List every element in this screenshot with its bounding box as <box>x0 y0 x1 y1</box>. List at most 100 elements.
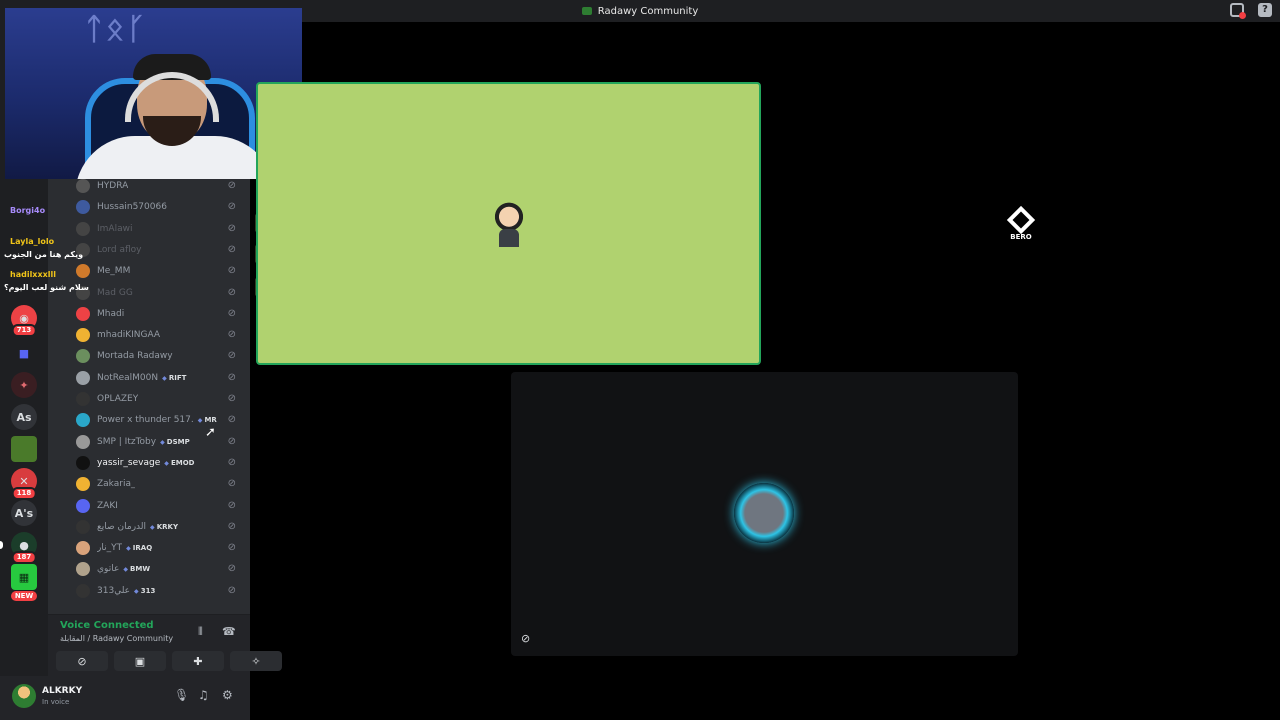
member-name: Zakaria_ <box>97 479 136 490</box>
chat-message: سلام شنو لعب اليوم؟ <box>4 283 89 292</box>
mic-muted-icon: ⊘ <box>227 393 236 404</box>
avatar <box>76 583 90 598</box>
member-row[interactable]: Me_MM ⊘ <box>76 261 246 281</box>
mic-muted-icon: ⊘ <box>227 307 236 319</box>
unread-pill <box>0 541 3 549</box>
member-row[interactable]: Mad GG ⊘ <box>76 283 246 303</box>
member-row[interactable]: SMP | ItzTobyDSMP ⊘ <box>76 432 246 452</box>
screenshare-button[interactable]: ▣ <box>114 651 166 671</box>
member-name: عاتوي <box>97 564 120 575</box>
clan-tag: KRKY <box>150 523 178 531</box>
avatar <box>76 477 90 492</box>
voice-status: Voice Connected <box>60 620 154 631</box>
member-row[interactable]: ImAlawi ⊘ <box>76 219 246 239</box>
logo-text: BERO <box>1010 233 1032 241</box>
mouse-cursor: ➚ <box>205 425 216 440</box>
clan-tag: MR <box>198 416 216 424</box>
mic-muted-icon: ⊘ <box>227 180 236 191</box>
server-as[interactable]: As <box>11 404 37 430</box>
avatar <box>76 392 90 406</box>
avatar <box>76 434 90 449</box>
soundboard-button[interactable]: ✧ <box>230 651 282 671</box>
mic-muted-icon: ⊘ <box>227 435 236 447</box>
server-icon <box>581 7 592 15</box>
bero-logo: BERO <box>1006 205 1036 244</box>
mic-muted-icon: ⊘ <box>227 542 236 554</box>
activity-button[interactable]: ✚ <box>172 651 224 671</box>
stream-chat-overlay: Borgi4o Layla_lolo ويكم هنا من الجنوب ha… <box>0 180 89 300</box>
clan-tag: 313 <box>134 587 156 595</box>
server-as-2[interactable]: A's <box>11 500 37 526</box>
user-avatar <box>484 197 534 249</box>
server-minecraft-grass[interactable] <box>11 436 37 462</box>
mic-muted-icon: ⊘ <box>227 350 236 362</box>
logo-mark <box>1006 205 1036 235</box>
member-row[interactable]: Mhadi ⊘ <box>76 304 246 324</box>
server-creeper[interactable]: ▦ <box>11 564 37 590</box>
member-row[interactable]: Mortada Radawy ⊘ <box>76 346 246 366</box>
member-row[interactable]: HYDRA ⊘ <box>76 176 246 196</box>
mic-muted-icon: ⊘ <box>227 265 236 277</box>
member-row[interactable]: ZAKI ⊘ <box>76 496 246 516</box>
speaking-user-tile[interactable] <box>256 82 761 365</box>
inbox-icon[interactable] <box>1230 3 1246 19</box>
avatar <box>76 519 90 534</box>
help-icon[interactable]: ? <box>1258 3 1272 17</box>
member-row[interactable]: mhadiKINGAA ⊘ <box>76 325 246 345</box>
mic-muted-icon: ⊘ <box>227 243 236 255</box>
avatar <box>76 541 90 556</box>
chat-user: hadilxxxlll <box>10 270 57 279</box>
server-label: A's <box>14 506 34 520</box>
server-icon-713[interactable]: ◉ 713 <box>11 305 37 337</box>
mic-muted-icon: ⊘ <box>227 201 236 213</box>
server-icon-187[interactable]: ● 187 <box>11 532 37 564</box>
member-row[interactable]: yassir_sevageEMOD ⊘ <box>76 453 246 473</box>
wall-logo: ᛏᛟᚴ <box>85 12 148 47</box>
member-row[interactable]: عاتويBMW ⊘ <box>76 559 246 579</box>
new-server-label[interactable]: NEW <box>10 590 38 602</box>
member-name: Mad GG <box>97 287 133 298</box>
member-name: Lord afloy <box>97 244 142 255</box>
disconnect-icon[interactable]: ☎ <box>222 625 236 638</box>
window-title: Radawy Community <box>597 5 699 17</box>
member-row[interactable]: Zakaria_ ⊘ <box>76 474 246 494</box>
voice-connection-panel: Voice Connected المقابلة / Radawy Commun… <box>48 614 282 676</box>
member-name: SMP | ItzToby <box>97 436 157 447</box>
mention-badge: 187 <box>11 551 37 564</box>
member-name: الدرمان صايع <box>97 521 147 532</box>
member-name: ZAKI <box>97 500 118 511</box>
avatar <box>76 264 90 279</box>
gamepad-icon: ✚ <box>193 654 203 668</box>
member-row[interactable]: OPLAZEY ⊘ <box>76 389 246 409</box>
server-folder-icon[interactable]: ■ <box>11 340 37 366</box>
screen-icon: ▣ <box>134 654 146 668</box>
server-icon-star[interactable]: ✦ <box>11 372 37 398</box>
mic-muted-icon: ⊘ <box>227 222 236 234</box>
member-row[interactable]: علي313313 ⊘ <box>76 581 246 601</box>
avatar[interactable] <box>12 684 36 708</box>
avatar <box>76 200 90 215</box>
user-tile[interactable]: ⊘ <box>511 372 1018 656</box>
camera-off-icon: ⊘ <box>77 654 87 668</box>
noise-suppression-icon[interactable]: ⦀ <box>198 625 203 639</box>
camera-button[interactable]: ⊘ <box>56 651 108 671</box>
server-icon-118[interactable]: ✕ 118 <box>11 468 37 500</box>
member-name: Hussain570066 <box>97 202 167 213</box>
member-name: yassir_sevage <box>97 457 161 468</box>
microphone-icon[interactable]: 🎙 <box>174 688 189 702</box>
voice-channel[interactable]: المقابلة / Radawy Community <box>60 634 173 643</box>
mic-muted-icon: ⊘ <box>227 478 236 490</box>
member-row[interactable]: Hussain570066 ⊘ <box>76 197 246 217</box>
avatar <box>76 562 90 577</box>
member-row[interactable]: نار_YTIRAQ ⊘ <box>76 538 246 558</box>
member-row[interactable]: NotRealM00NRIFT ⊘ <box>76 368 246 388</box>
controller-icon: ◉ <box>19 311 29 325</box>
headphones-icon[interactable]: ♫ <box>198 688 209 702</box>
settings-icon[interactable]: ⚙ <box>222 688 233 702</box>
member-row[interactable]: Lord afloy ⊘ <box>76 240 246 260</box>
member-row[interactable]: Power x thunder 517. MR ⊘ <box>76 410 246 430</box>
chat-message: ويكم هنا من الجنوب <box>4 250 84 259</box>
username: ALKRKY <box>42 686 83 696</box>
member-row[interactable]: الدرمان صايعKRKY ⊘ <box>76 517 246 537</box>
mic-muted-icon: ⊘ <box>227 563 236 575</box>
